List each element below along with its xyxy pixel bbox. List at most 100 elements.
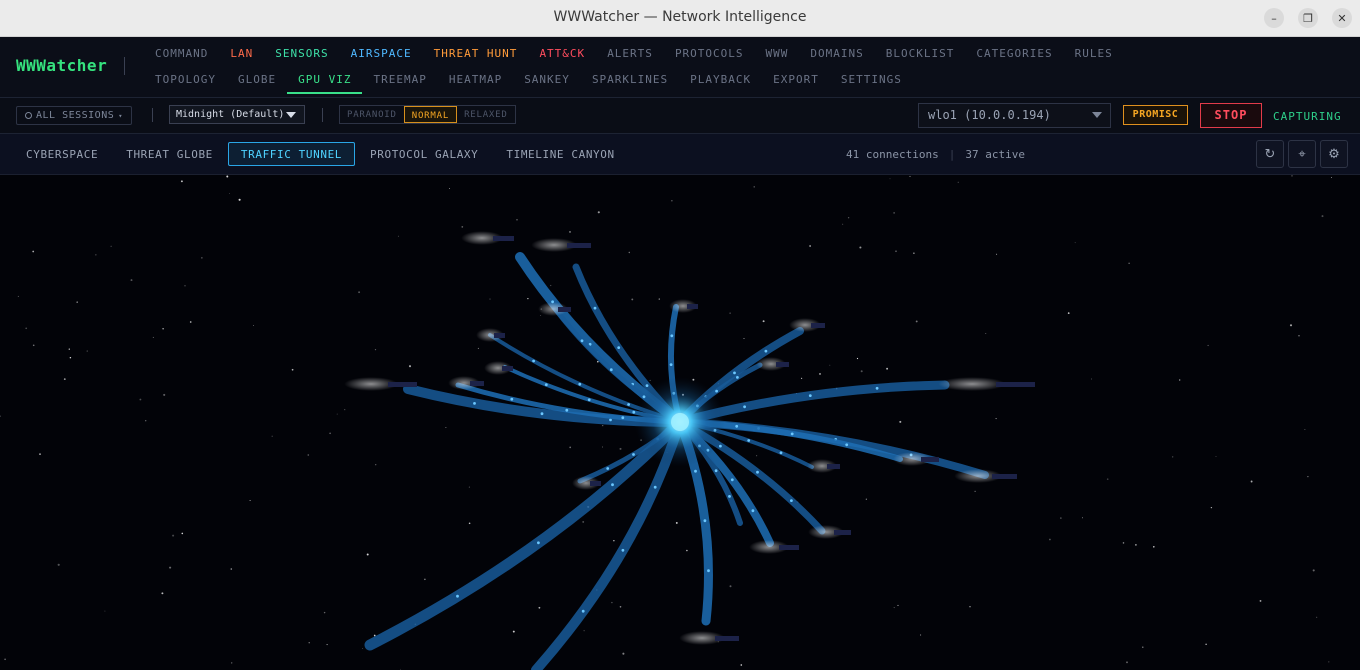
star xyxy=(358,291,361,294)
tab-traffic-tunnel[interactable]: TRAFFIC TUNNEL xyxy=(227,142,356,166)
mode-normal-button[interactable]: NORMAL xyxy=(403,106,458,123)
nav-item-playback[interactable]: PLAYBACK xyxy=(679,71,762,94)
star xyxy=(189,321,192,323)
nav-item-topology[interactable]: TOPOLOGY xyxy=(144,71,227,94)
theme-select[interactable]: Midnight (Default) xyxy=(169,105,305,124)
star xyxy=(329,432,331,435)
nav-item-domains[interactable]: DOMAINS xyxy=(799,45,874,66)
star xyxy=(57,563,60,566)
packet-particle xyxy=(581,609,585,613)
star xyxy=(1207,344,1209,347)
nav-item-sensors[interactable]: SENSORS xyxy=(264,45,339,66)
host-traffic-bar xyxy=(502,366,513,371)
tab-cyberspace[interactable]: CYBERSPACE xyxy=(13,142,111,166)
packet-particle xyxy=(736,376,739,379)
host-traffic-bar xyxy=(567,243,591,248)
stop-capture-button[interactable]: STOP xyxy=(1200,103,1262,128)
star xyxy=(895,250,897,253)
packet-particle xyxy=(808,394,812,397)
minimize-icon[interactable]: – xyxy=(1264,8,1284,28)
nav-item-alerts[interactable]: ALERTS xyxy=(596,45,664,66)
nav-item-airspace[interactable]: AIRSPACE xyxy=(340,45,423,66)
nav-item-categories[interactable]: CATEGORIES xyxy=(965,45,1063,66)
mode-paranoid-button[interactable]: PARANOID xyxy=(340,106,404,123)
star xyxy=(366,553,369,556)
star xyxy=(893,607,895,609)
packet-particle xyxy=(747,439,751,442)
star xyxy=(1067,312,1070,314)
star xyxy=(516,219,518,221)
nav-item-sparklines[interactable]: SPARKLINES xyxy=(581,71,679,94)
packet-particle xyxy=(764,349,768,353)
nav-item-treemap[interactable]: TREEMAP xyxy=(362,71,437,94)
nav-item-blocklist[interactable]: BLOCKLIST xyxy=(875,45,966,66)
star xyxy=(1250,480,1253,483)
star xyxy=(996,253,998,255)
star xyxy=(913,252,915,254)
star xyxy=(1289,324,1293,327)
packet-particle xyxy=(606,467,610,470)
nav-item-attck[interactable]: ATT&CK xyxy=(528,45,596,66)
nav-item-command[interactable]: COMMAND xyxy=(144,45,219,66)
tab-threat-globe[interactable]: THREAT GLOBE xyxy=(113,142,226,166)
mode-relaxed-button[interactable]: RELAXED xyxy=(457,106,515,123)
app-logo: WWWatcher xyxy=(16,56,108,75)
packet-particle xyxy=(544,383,548,387)
packet-particle xyxy=(670,334,674,338)
star xyxy=(1049,538,1051,541)
tab-protocol-galaxy[interactable]: PROTOCOL GALAXY xyxy=(357,142,491,166)
nav-item-settings[interactable]: SETTINGS xyxy=(830,71,913,94)
star xyxy=(424,578,426,581)
chevron-down-icon: ▾ xyxy=(118,111,123,120)
nav-item-globe[interactable]: GLOBE xyxy=(227,71,287,94)
star xyxy=(829,364,831,366)
nav-item-protocols[interactable]: PROTOCOLS xyxy=(664,45,755,66)
star xyxy=(527,297,529,300)
interface-select[interactable]: wlo1 (10.0.0.194) xyxy=(918,103,1111,128)
packet-particle xyxy=(743,405,746,409)
packet-particle xyxy=(609,368,613,372)
close-icon[interactable]: ✕ xyxy=(1332,8,1352,28)
star xyxy=(1172,456,1174,458)
nav-item-gpu-viz[interactable]: GPU VIZ xyxy=(287,71,363,94)
refresh-icon[interactable]: ↻ xyxy=(1256,140,1284,168)
star xyxy=(1060,517,1062,519)
nav-item-www[interactable]: WWW xyxy=(755,45,800,66)
nav-item-rules[interactable]: RULES xyxy=(1064,45,1124,66)
promisc-toggle[interactable]: PROMISC xyxy=(1123,105,1188,125)
star xyxy=(162,328,164,330)
star xyxy=(152,336,154,338)
star xyxy=(375,464,377,466)
star xyxy=(1328,661,1330,663)
maximize-icon[interactable]: ❐ xyxy=(1298,8,1318,28)
star xyxy=(477,347,479,349)
star xyxy=(139,398,142,401)
star xyxy=(740,664,743,666)
chevron-down-icon xyxy=(1092,112,1102,118)
host-traffic-bar xyxy=(388,382,417,387)
brand-divider xyxy=(124,57,125,75)
nav-item-lan[interactable]: LAN xyxy=(219,45,264,66)
star xyxy=(743,337,745,340)
sensitivity-mode-group: PARANOID NORMAL RELAXED xyxy=(339,105,516,124)
packet-particle xyxy=(510,397,514,401)
packet-particle xyxy=(611,483,614,487)
nav-item-heatmap[interactable]: HEATMAP xyxy=(438,71,513,94)
packet-particle xyxy=(845,443,849,447)
star xyxy=(985,332,987,334)
star xyxy=(63,378,66,380)
nav-item-threat-hunt[interactable]: THREAT HUNT xyxy=(423,45,529,66)
crosshair-icon[interactable]: ⌖ xyxy=(1288,140,1316,168)
nav-item-sankey[interactable]: SANKEY xyxy=(513,71,581,94)
packet-particle xyxy=(790,499,793,502)
packet-particle xyxy=(632,453,635,456)
tab-timeline-canyon[interactable]: TIMELINE CANYON xyxy=(493,142,627,166)
traffic-tunnel-canvas[interactable] xyxy=(0,175,1360,670)
sessions-filter-button[interactable]: ALL SESSIONS ▾ xyxy=(16,106,132,125)
star xyxy=(893,212,895,214)
star xyxy=(1304,429,1306,431)
nav-item-export[interactable]: EXPORT xyxy=(762,71,830,94)
gear-icon[interactable]: ⚙ xyxy=(1320,140,1348,168)
toolbar-divider xyxy=(152,108,153,122)
star xyxy=(756,455,758,457)
